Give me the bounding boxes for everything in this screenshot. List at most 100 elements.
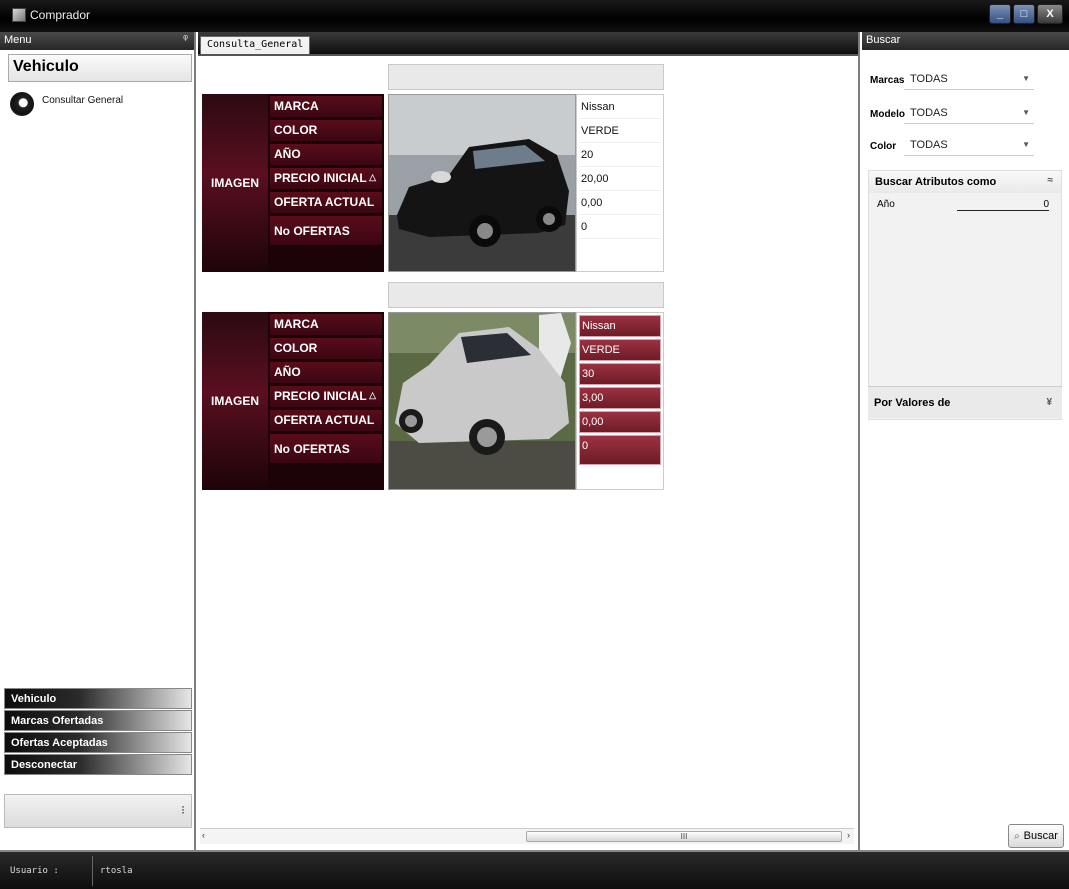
document-tabstrip: Consulta_General <box>198 32 858 56</box>
sort-icon: △ <box>369 390 376 400</box>
search-panel-header: Buscar <box>862 32 1069 50</box>
label-no-ofertas: No OFERTAS <box>270 216 382 246</box>
document-area: Consulta_General IMAGEN MARCA COLOR AÑO … <box>198 32 860 850</box>
label-ano: AÑO <box>270 362 382 384</box>
label-precio-inicial[interactable]: PRECIO INICIAL △ <box>270 386 382 408</box>
filter-modelo: Modelo TODAS ▼ <box>870 104 1034 124</box>
label-precio-inicial[interactable]: PRECIO INICIAL △ <box>270 168 382 190</box>
search-panel: Buscar Marcas TODAS ▼ Modelo TODAS ▼ Col… <box>862 32 1069 850</box>
status-bar: Usuario : rtosla <box>0 850 1069 889</box>
maximize-button[interactable]: □ <box>1013 4 1035 24</box>
value-ano: 20 <box>579 145 661 167</box>
scroll-left-icon[interactable]: ‹ <box>202 830 205 840</box>
nav-button-ofertas-aceptadas[interactable]: Ofertas Aceptadas <box>4 732 192 753</box>
chevron-down-icon: ▼ <box>1022 140 1030 149</box>
close-button[interactable]: X <box>1037 4 1063 24</box>
vehicle-record[interactable]: IMAGEN MARCA COLOR AÑO PRECIO INICIAL △ … <box>202 282 664 494</box>
attributes-header[interactable]: Buscar Atributos como ≈ <box>869 171 1061 193</box>
color-select[interactable]: TODAS ▼ <box>904 136 1034 156</box>
scroll-right-icon[interactable]: › <box>847 830 850 840</box>
chevron-down-icon: ▼ <box>1022 108 1030 117</box>
marcas-select[interactable]: TODAS ▼ <box>904 70 1034 90</box>
chevron-down-icon: ▼ <box>1022 74 1030 83</box>
record-header-band <box>388 282 664 308</box>
label-color: COLOR <box>270 338 382 360</box>
attribute-value-input[interactable]: 0 <box>957 199 1049 211</box>
values-header[interactable]: Por Valores de ¥ <box>868 386 1062 418</box>
status-separator <box>92 856 93 886</box>
modelo-select-value: TODAS <box>910 107 948 119</box>
nav-button-vehiculo[interactable]: Vehiculo <box>4 688 192 709</box>
title-bar: Comprador _ □ X <box>0 0 1069 32</box>
attributes-title: Buscar Atributos como <box>875 176 997 188</box>
filter-label-modelo: Modelo <box>870 108 905 120</box>
label-precio-inicial-text: PRECIO INICIAL <box>274 389 367 403</box>
grip-icon[interactable]: ⁝ <box>181 803 185 817</box>
attribute-name: Año <box>877 199 895 210</box>
nav-button-desconectar[interactable]: Desconectar <box>4 754 192 775</box>
label-ano: AÑO <box>270 144 382 166</box>
attributes-panel: Buscar Atributos como ≈ Año 0 <box>868 170 1062 420</box>
label-oferta-actual: OFERTA ACTUAL <box>270 410 382 432</box>
vehicle-record[interactable]: IMAGEN MARCA COLOR AÑO PRECIO INICIAL △ … <box>202 64 664 276</box>
attribute-row[interactable]: Año 0 <box>877 199 1057 211</box>
nav-grip[interactable]: ⁝ <box>4 794 192 828</box>
pin-icon[interactable]: ᵠ <box>183 33 188 45</box>
field-values: Nissan VERDE 30 3,00 0,00 0 <box>576 312 664 490</box>
tab-consulta-general[interactable]: Consulta_General <box>200 36 311 54</box>
value-precio-inicial: 3,00 <box>579 387 661 409</box>
menu-panel-title: Menu <box>4 34 32 46</box>
horizontal-scrollbar[interactable]: ‹ III › <box>200 828 854 844</box>
value-color: VERDE <box>579 339 661 361</box>
value-marca: Nissan <box>579 315 661 337</box>
values-title: Por Valores de <box>874 397 951 409</box>
field-values: Nissan VERDE 20 20,00 0,00 0 <box>576 94 664 272</box>
value-oferta-actual: 0,00 <box>579 411 661 433</box>
value-marca: Nissan <box>579 97 661 119</box>
imagen-label: IMAGEN <box>202 312 268 490</box>
label-marca: MARCA <box>270 96 382 118</box>
scroll-thumb[interactable]: III <box>526 831 842 842</box>
label-precio-inicial-text: PRECIO INICIAL <box>274 171 367 185</box>
app-icon <box>12 8 26 22</box>
menu-group-title: Vehiculo <box>8 54 192 82</box>
record-header-band <box>388 64 664 90</box>
car-image <box>389 95 575 271</box>
search-button[interactable]: ⌕ Buscar <box>1008 824 1064 848</box>
bottom-nav: Vehiculo Marcas Ofertadas Ofertas Acepta… <box>4 688 192 776</box>
search-icon: ⌕ <box>1014 830 1020 842</box>
menu-item-consultar-general[interactable]: Consultar General <box>10 92 123 116</box>
field-labels: MARCA COLOR AÑO PRECIO INICIAL △ OFERTA … <box>268 94 384 272</box>
marcas-select-value: TODAS <box>910 73 948 85</box>
window-controls: _ □ X <box>989 4 1063 24</box>
value-precio-inicial: 20,00 <box>579 169 661 191</box>
color-select-value: TODAS <box>910 139 948 151</box>
car-image <box>389 313 575 489</box>
field-labels: MARCA COLOR AÑO PRECIO INICIAL △ OFERTA … <box>268 312 384 490</box>
label-oferta-actual: OFERTA ACTUAL <box>270 192 382 214</box>
label-marca: MARCA <box>270 314 382 336</box>
status-user-label: Usuario : <box>10 866 59 876</box>
filter-box: Marcas TODAS ▼ Modelo TODAS ▼ Color TODA… <box>866 60 1064 164</box>
menu-item-label: Consultar General <box>42 94 124 106</box>
search-button-label: Buscar <box>1023 830 1058 842</box>
label-color: COLOR <box>270 120 382 142</box>
filter-marcas: Marcas TODAS ▼ <box>870 70 1034 90</box>
filter-label-color: Color <box>870 140 897 152</box>
value-no-ofertas: 0 <box>579 217 661 239</box>
menu-panel-header: Menu ᵠ <box>0 32 194 50</box>
window-title: Comprador <box>30 8 91 22</box>
filter-label-marcas: Marcas <box>870 74 905 86</box>
nav-button-marcas-ofertadas[interactable]: Marcas Ofertadas <box>4 710 192 731</box>
consult-icon <box>10 92 34 116</box>
modelo-select[interactable]: TODAS ▼ <box>904 104 1034 124</box>
imagen-label: IMAGEN <box>202 94 268 272</box>
status-user-value: rtosla <box>100 866 133 876</box>
label-no-ofertas: No OFERTAS <box>270 434 382 464</box>
value-no-ofertas: 0 <box>579 435 661 465</box>
minimize-button[interactable]: _ <box>989 4 1011 24</box>
sort-icon: △ <box>369 172 376 182</box>
value-color: VERDE <box>579 121 661 143</box>
collapse-icon[interactable]: ≈ <box>1048 175 1054 186</box>
expand-icon[interactable]: ¥ <box>1046 397 1052 408</box>
